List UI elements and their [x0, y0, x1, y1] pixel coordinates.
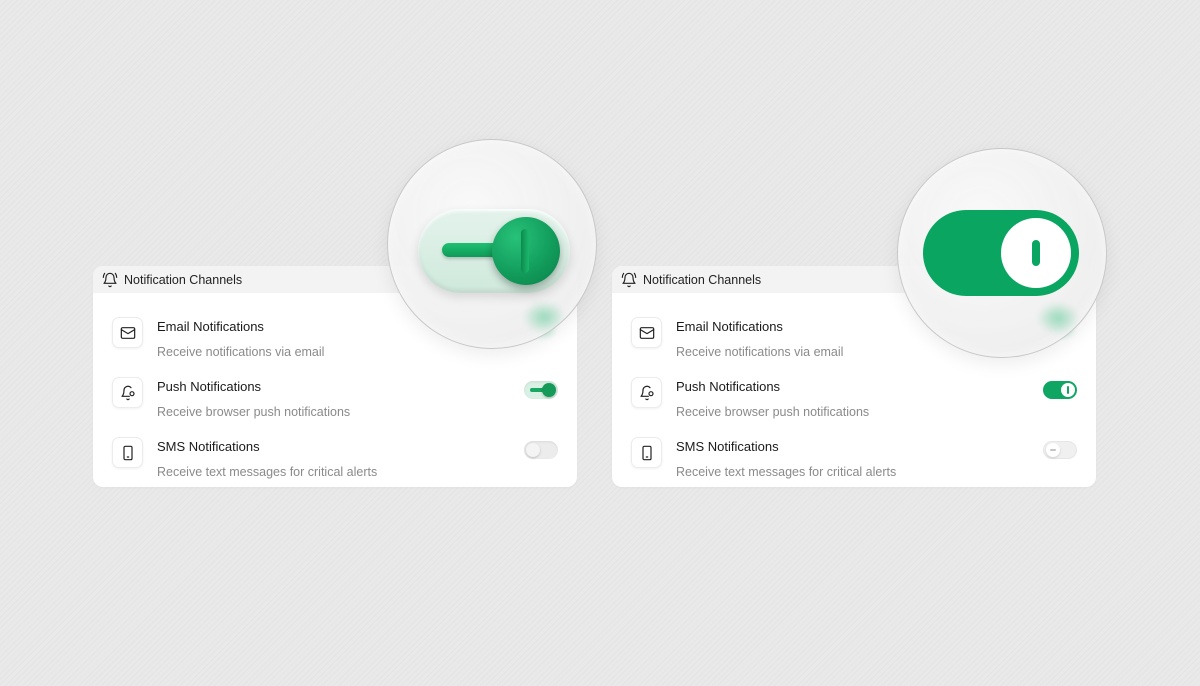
list-item-push: Push Notifications Receive browser push … — [93, 363, 577, 423]
sms-toggle[interactable] — [524, 441, 558, 459]
magnified-toggle-flat — [923, 210, 1079, 296]
item-description: Receive notifications via email — [676, 345, 844, 359]
phone-icon — [112, 437, 143, 468]
toggle-glow — [1038, 303, 1078, 333]
toggle-knob — [526, 443, 540, 457]
push-toggle[interactable] — [524, 381, 558, 399]
toggle-knob — [542, 383, 556, 397]
item-title: Email Notifications — [157, 319, 264, 334]
item-description: Receive browser push notifications — [676, 405, 870, 419]
item-description: Receive browser push notifications — [157, 405, 351, 419]
mail-icon — [631, 317, 662, 348]
card-header-title: Notification Channels — [124, 272, 243, 287]
list-item-push: Push Notifications Receive browser push … — [612, 363, 1096, 423]
magnified-toggle-knob — [492, 217, 560, 285]
item-title: Push Notifications — [157, 379, 262, 394]
list-item-sms: SMS Notifications Receive text messages … — [93, 423, 577, 483]
item-title: Push Notifications — [676, 379, 781, 394]
bell-icon — [620, 271, 637, 288]
list-item-sms: SMS Notifications Receive text messages … — [612, 423, 1096, 483]
push-toggle[interactable] — [1043, 381, 1077, 399]
toggle-glow — [524, 302, 564, 332]
sms-toggle[interactable] — [1043, 441, 1077, 459]
bell-settings-icon — [112, 377, 143, 408]
magnified-toggle-knob — [1001, 218, 1071, 288]
toggle-knob — [1061, 383, 1075, 397]
item-title: Email Notifications — [676, 319, 783, 334]
magnifier-lens-flat — [897, 148, 1107, 358]
mail-icon — [112, 317, 143, 348]
bell-icon — [101, 271, 118, 288]
bell-settings-icon — [631, 377, 662, 408]
toggle-knob — [1046, 443, 1060, 457]
magnified-toggle-3d — [418, 209, 570, 293]
item-description: Receive notifications via email — [157, 345, 325, 359]
magnifier-lens-3d — [387, 139, 597, 349]
card-header-title: Notification Channels — [643, 272, 762, 287]
item-description: Receive text messages for critical alert… — [157, 465, 378, 479]
phone-icon — [631, 437, 662, 468]
item-title: SMS Notifications — [157, 439, 260, 454]
item-title: SMS Notifications — [676, 439, 779, 454]
item-description: Receive text messages for critical alert… — [676, 465, 897, 479]
